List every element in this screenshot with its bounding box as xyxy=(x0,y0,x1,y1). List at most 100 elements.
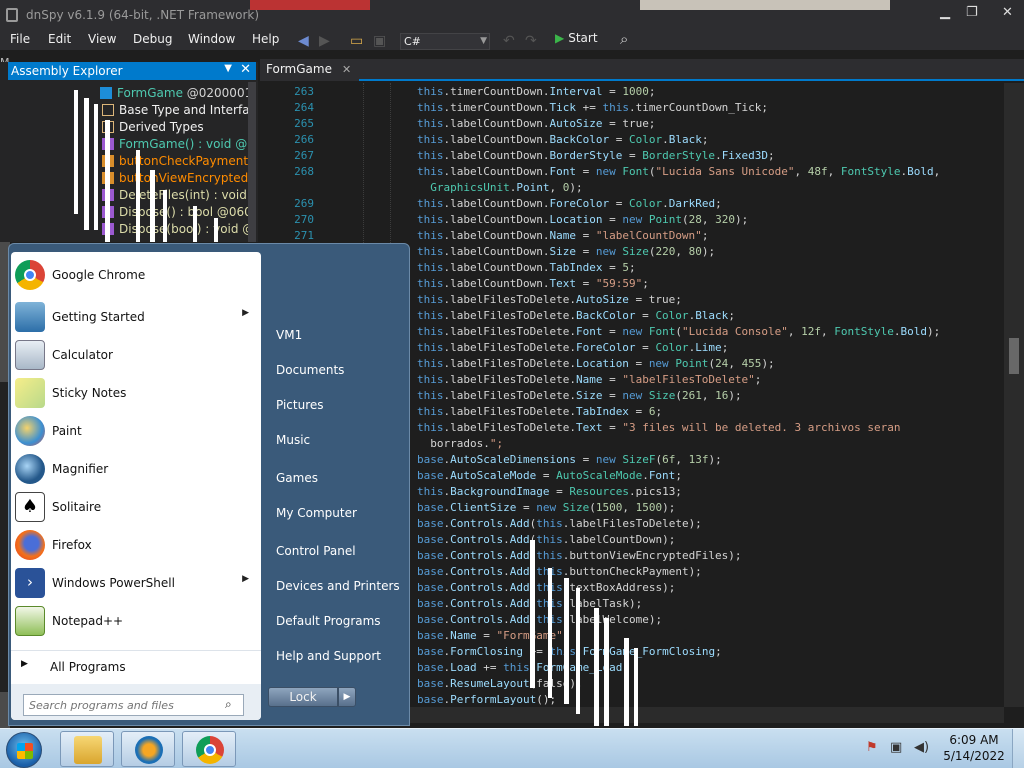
minimize-button[interactable]: ▁ xyxy=(940,5,950,20)
tree-node[interactable]: buttonCheckPayment xyxy=(102,154,248,168)
undo-icon[interactable]: ↶ xyxy=(503,33,515,49)
code-line[interactable]: this.labelFilesToDelete.Name = "labelFil… xyxy=(417,373,761,386)
code-line[interactable]: base.Controls.Add(this.labelFilesToDelet… xyxy=(417,517,702,530)
navigate-back-icon[interactable]: ◀ xyxy=(298,33,309,49)
start-right-my-computer[interactable]: My Computer xyxy=(276,506,357,520)
tree-node[interactable]: DeleteFiles(int) : void ( xyxy=(102,188,255,202)
maximize-button[interactable]: ❐ xyxy=(966,5,978,20)
code-line[interactable]: base.AutoScaleMode = AutoScaleMode.Font; xyxy=(417,469,682,482)
code-line[interactable]: this.labelCountDown.Name = "labelCountDo… xyxy=(417,229,708,242)
code-line[interactable]: base.Controls.Add(this.labelCountDown); xyxy=(417,533,675,546)
tree-node[interactable]: Derived Types xyxy=(102,120,204,134)
open-folder-icon[interactable]: ▭ xyxy=(350,33,363,49)
program-paint[interactable]: Paint xyxy=(11,412,261,448)
code-line[interactable]: this.labelFilesToDelete.Font = new Font(… xyxy=(417,325,940,338)
code-line[interactable]: this.labelFilesToDelete.Text = "3 files … xyxy=(417,421,900,434)
tree-node[interactable]: buttonViewEncryptedI xyxy=(102,171,252,185)
program-notepadpp[interactable]: Notepad++ xyxy=(11,602,261,638)
volume-icon[interactable]: ◀) xyxy=(914,740,929,755)
start-right-documents[interactable]: Documents xyxy=(276,363,344,377)
tree-node[interactable]: Dispose(bool) : void @ xyxy=(102,222,254,236)
code-line[interactable]: this.labelCountDown.BorderStyle = Border… xyxy=(417,149,775,162)
program-solitaire[interactable]: ♠ Solitaire xyxy=(11,488,261,524)
code-line[interactable]: base.Controls.Add(this.buttonViewEncrypt… xyxy=(417,549,742,562)
start-right-vm1[interactable]: VM1 xyxy=(276,328,302,342)
taskbar-explorer[interactable] xyxy=(60,731,114,767)
code-line[interactable]: this.labelCountDown.TabIndex = 5; xyxy=(417,261,636,274)
code-line[interactable]: this.timerCountDown.Interval = 1000; xyxy=(417,85,655,98)
code-line[interactable]: this.labelCountDown.AutoSize = true; xyxy=(417,117,655,130)
program-windows-powershell[interactable]: › Windows PowerShell ▶ xyxy=(11,564,261,600)
start-right-devices-printers[interactable]: Devices and Printers xyxy=(276,579,400,593)
code-line[interactable]: base.Controls.Add(this.buttonCheckPaymen… xyxy=(417,565,702,578)
start-right-help-support[interactable]: Help and Support xyxy=(276,649,381,663)
code-line[interactable]: this.labelFilesToDelete.Location = new P… xyxy=(417,357,775,370)
code-line[interactable]: base.Controls.Add(this.textBoxAddress); xyxy=(417,581,675,594)
taskbar-media-player[interactable] xyxy=(121,731,175,767)
dropdown-icon[interactable]: ▼ xyxy=(224,63,232,74)
code-line[interactable]: this.labelFilesToDelete.BackColor = Colo… xyxy=(417,309,735,322)
code-line[interactable]: this.labelCountDown.Font = new Font("Luc… xyxy=(417,165,940,178)
start-debugging-button[interactable]: ▶ Start xyxy=(555,31,598,49)
start-right-music[interactable]: Music xyxy=(276,433,310,447)
taskbar-chrome[interactable] xyxy=(182,731,236,767)
code-line[interactable]: this.labelFilesToDelete.ForeColor = Colo… xyxy=(417,341,728,354)
start-button[interactable] xyxy=(6,732,42,768)
code-line[interactable]: this.labelCountDown.Size = new Size(220,… xyxy=(417,245,715,258)
code-line[interactable]: this.labelFilesToDelete.TabIndex = 6; xyxy=(417,405,662,418)
redo-icon[interactable]: ↷ xyxy=(525,33,537,49)
scrollbar-thumb[interactable] xyxy=(1009,338,1019,374)
search-programs-input[interactable] xyxy=(23,694,244,716)
lock-button[interactable]: Lock xyxy=(268,687,338,707)
program-getting-started[interactable]: Getting Started ▶ xyxy=(11,298,261,334)
editor-horizontal-scrollbar[interactable] xyxy=(410,707,1004,723)
search-icon[interactable]: ⌕ xyxy=(620,30,628,48)
start-right-pictures[interactable]: Pictures xyxy=(276,398,324,412)
code-line[interactable]: base.Controls.Add(this.labelWelcome); xyxy=(417,613,662,626)
editor-vertical-scrollbar[interactable] xyxy=(1004,83,1024,707)
code-line[interactable]: GraphicsUnit.Point, 0); xyxy=(417,181,582,194)
all-programs-button[interactable]: ▶ All Programs xyxy=(11,650,261,678)
program-calculator[interactable]: Calculator xyxy=(11,336,261,372)
code-line[interactable]: this.labelCountDown.ForeColor = Color.Da… xyxy=(417,197,722,210)
menu-view[interactable]: View xyxy=(88,32,116,46)
code-line[interactable]: this.labelFilesToDelete.AutoSize = true; xyxy=(417,293,682,306)
code-line[interactable]: base.FormClosing += this.FormGame_FormCl… xyxy=(417,645,722,658)
program-firefox[interactable]: Firefox xyxy=(11,526,261,562)
program-magnifier[interactable]: Magnifier xyxy=(11,450,261,486)
menu-help[interactable]: Help xyxy=(252,32,279,46)
navigate-forward-icon[interactable]: ▶ xyxy=(319,33,330,49)
code-line[interactable]: this.BackgroundImage = Resources.pics13; xyxy=(417,485,682,498)
search-icon[interactable]: ⌕ xyxy=(225,697,232,712)
program-google-chrome[interactable]: Google Chrome xyxy=(11,256,261,292)
shutdown-options-arrow-icon[interactable]: ▶ xyxy=(338,687,356,707)
code-line[interactable]: base.Name = "FormGame"; xyxy=(417,629,569,642)
language-select[interactable]: C# ▼ xyxy=(400,33,490,50)
action-center-flag-icon[interactable]: ⚑ xyxy=(866,740,878,755)
menu-edit[interactable]: Edit xyxy=(48,32,71,46)
code-line[interactable]: this.labelFilesToDelete.Size = new Size(… xyxy=(417,389,742,402)
menu-window[interactable]: Window xyxy=(188,32,235,46)
start-right-control-panel[interactable]: Control Panel xyxy=(276,544,356,558)
code-line[interactable]: base.ClientSize = new Size(1500, 1500); xyxy=(417,501,675,514)
tree-node[interactable]: Base Type and Interfac xyxy=(102,103,256,117)
show-desktop-button[interactable] xyxy=(1012,729,1024,768)
save-icon[interactable]: ▣ xyxy=(373,33,386,49)
code-line[interactable]: this.labelCountDown.BackColor = Color.Bl… xyxy=(417,133,708,146)
tree-node[interactable]: Dispose() : bool @0600 xyxy=(102,205,256,219)
code-line[interactable]: this.labelCountDown.Location = new Point… xyxy=(417,213,748,226)
start-right-games[interactable]: Games xyxy=(276,471,318,485)
code-line[interactable]: this.labelCountDown.Text = "59:59"; xyxy=(417,277,649,290)
menu-debug[interactable]: Debug xyxy=(133,32,172,46)
tree-node[interactable]: FormGame() : void @0 xyxy=(102,137,255,151)
code-line[interactable]: this.timerCountDown.Tick += this.timerCo… xyxy=(417,101,768,114)
code-line[interactable]: borrados."; xyxy=(417,437,503,450)
tree-scrollbar[interactable] xyxy=(248,82,256,242)
code-line[interactable]: base.PerformLayout(); xyxy=(417,693,556,706)
code-line[interactable]: base.ResumeLayout(false); xyxy=(417,677,583,690)
system-clock[interactable]: 6:09 AM 5/14/2022 xyxy=(940,732,1008,764)
program-sticky-notes[interactable]: Sticky Notes xyxy=(11,374,261,410)
tab-formgame[interactable]: FormGame ✕ xyxy=(260,59,360,81)
code-line[interactable]: base.AutoScaleDimensions = new SizeF(6f,… xyxy=(417,453,722,466)
close-icon[interactable]: ✕ xyxy=(240,62,251,77)
